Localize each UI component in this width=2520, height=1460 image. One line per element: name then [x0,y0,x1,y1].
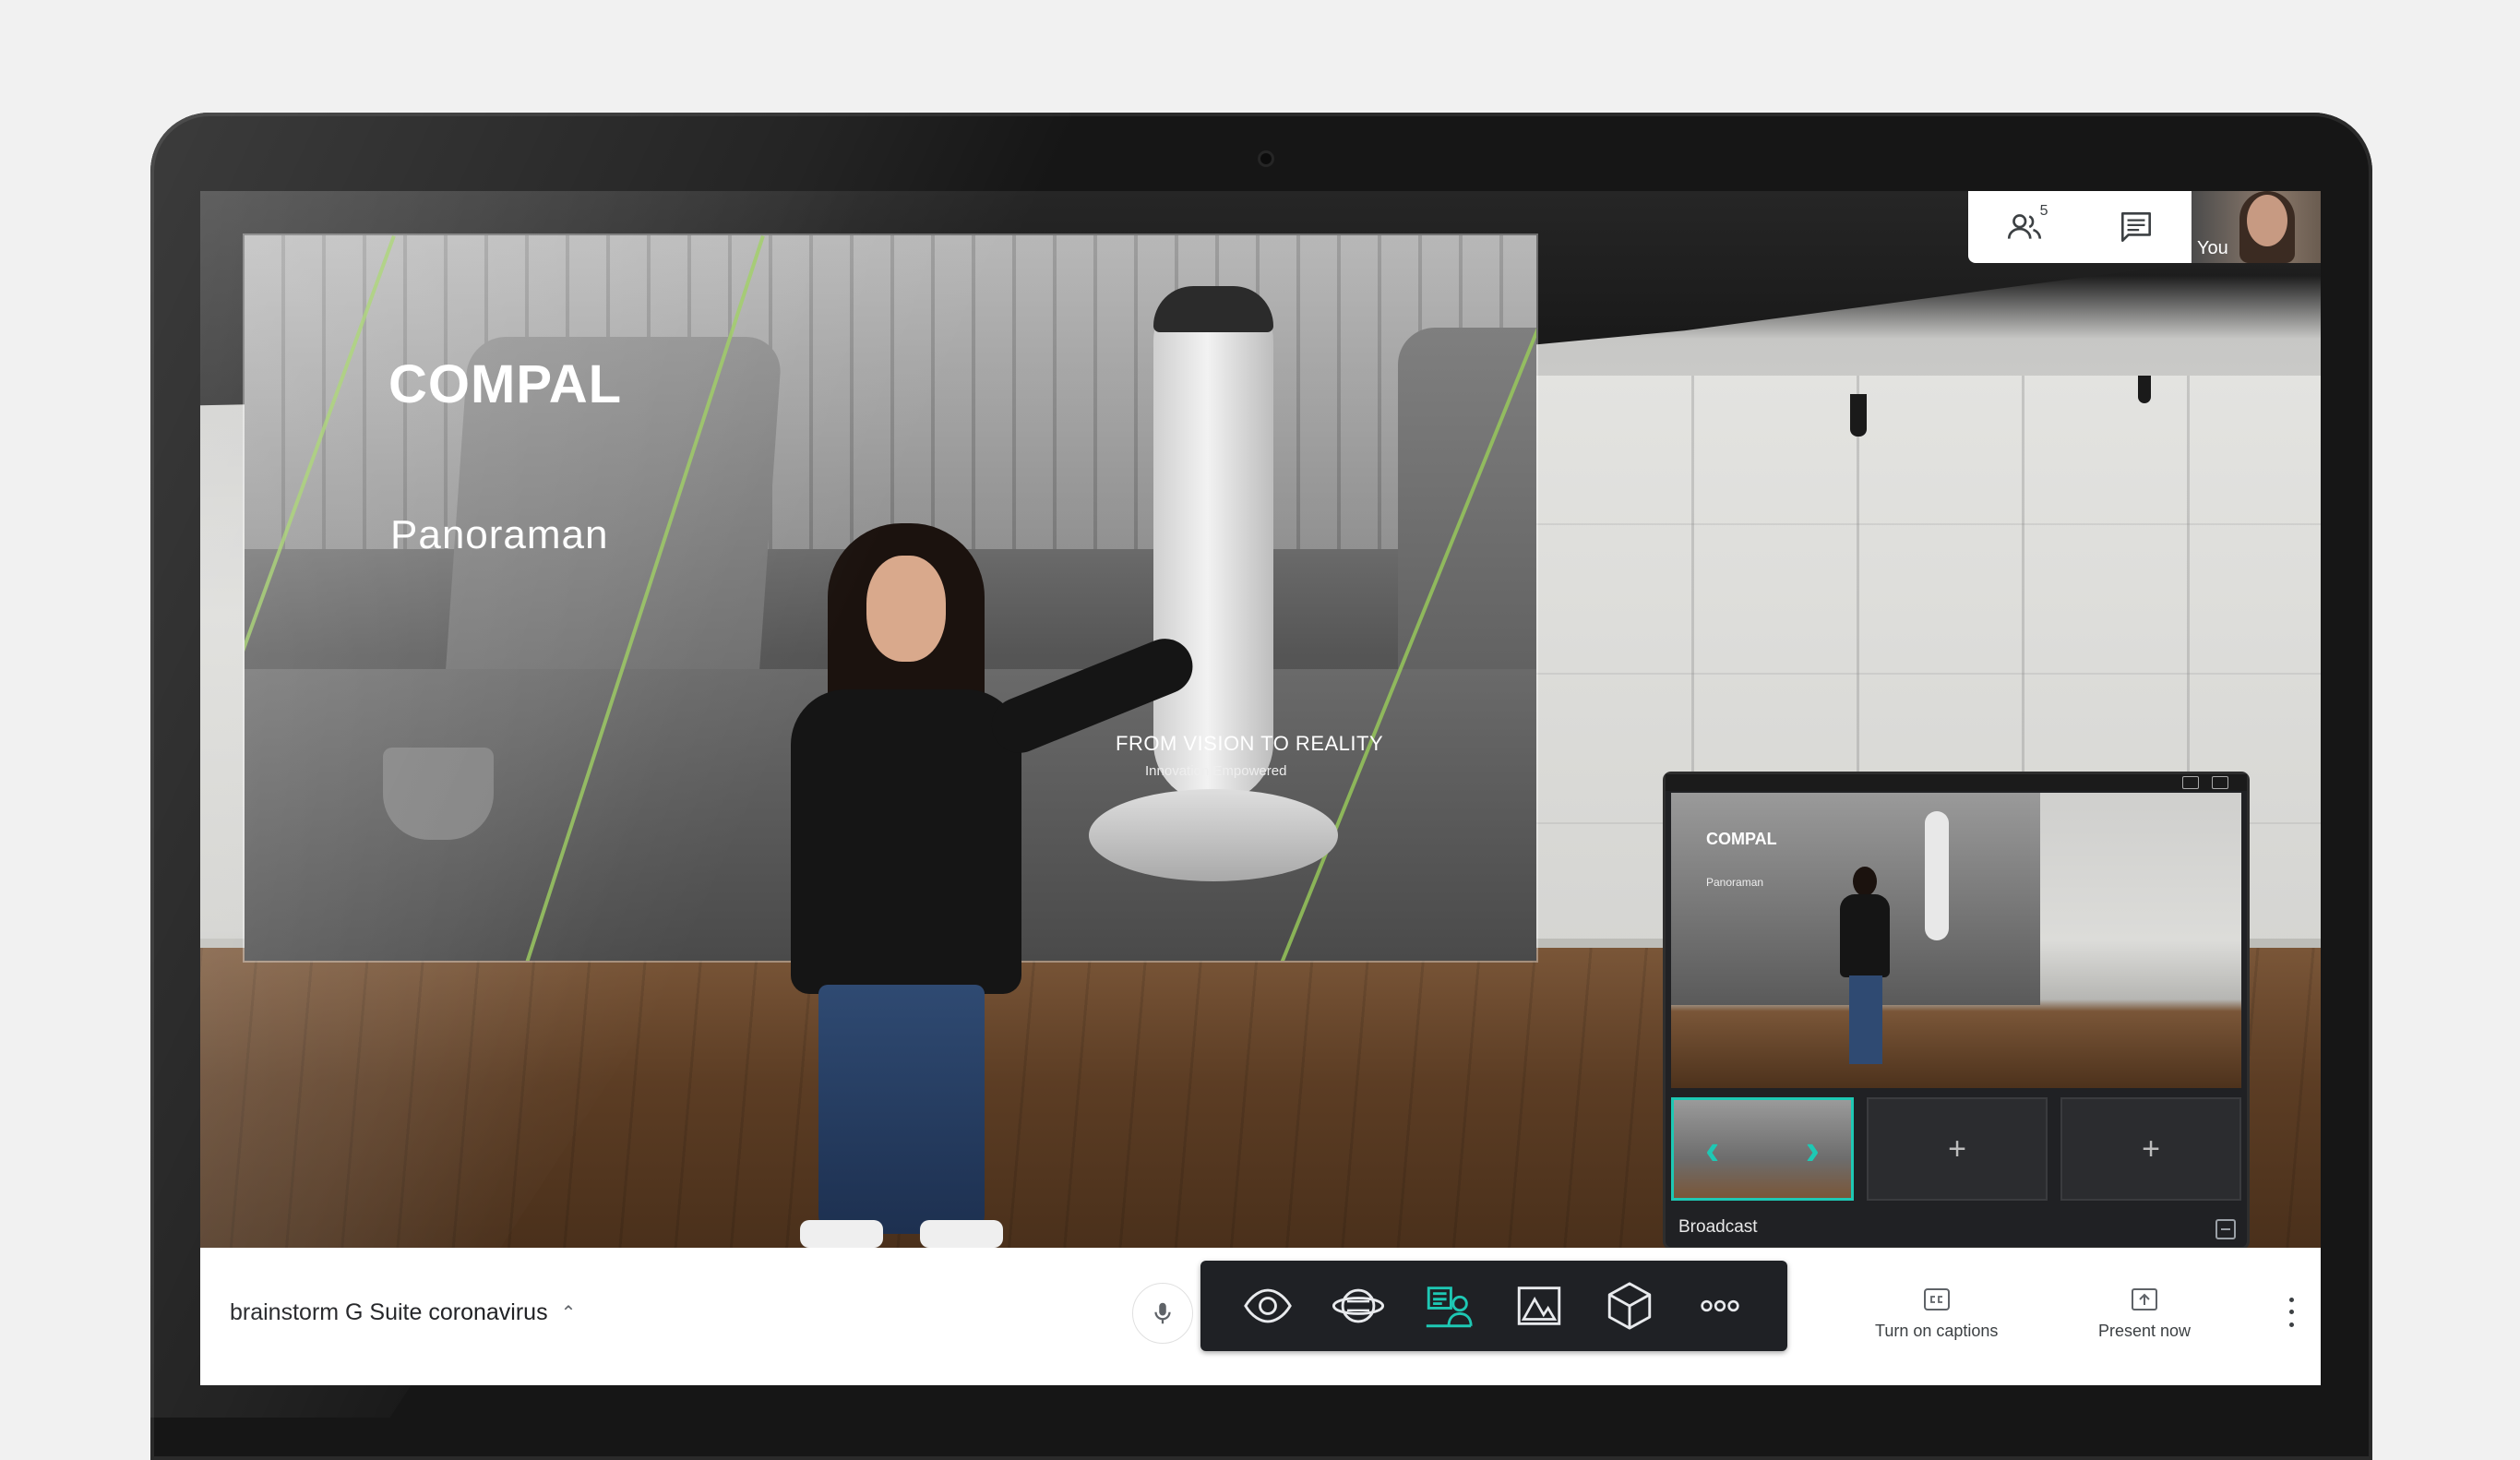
product-camera-head [1153,286,1273,332]
add-scene-button[interactable]: + [1867,1097,2048,1201]
captions-mini-icon[interactable] [2182,776,2199,789]
captions-button[interactable]: Turn on captions [1875,1286,1998,1341]
view-mode-button[interactable] [1236,1274,1300,1338]
top-controls: 5 [1968,191,2192,263]
microphone-icon [1154,1302,1171,1324]
presenter-overlay-button[interactable] [1416,1274,1481,1338]
broadcast-titlebar [1666,774,2247,791]
broadcast-preview: COMPAL Panoraman [1671,793,2241,1088]
present-now-button[interactable]: Present now [2098,1286,2191,1341]
chevron-up-icon: ⌃ [560,1303,577,1323]
background-image-button[interactable] [1507,1274,1571,1338]
minimize-icon[interactable] [2215,1219,2236,1239]
presenter [717,523,1201,1248]
room-video-feed: COMPAL Panoraman FROM VISION TO REALITY … [200,191,2321,1248]
meeting-title: brainstorm G Suite coronavirus [230,1299,548,1325]
plus-icon: + [1948,1131,1966,1167]
presenter-overlay-icon [1426,1286,1473,1328]
meeting-details-button[interactable]: brainstorm G Suite coronavirus ⌃ [230,1299,576,1326]
scene-thumbnail-active[interactable]: ‹ › [1671,1097,1854,1201]
present-now-label: Present now [2098,1322,2192,1340]
product-device [1153,286,1273,803]
slide-tagline: FROM VISION TO REALITY [1116,732,1384,755]
webcam [1260,153,1272,164]
eye-icon [1244,1288,1292,1323]
participants-count: 5 [2039,203,2048,219]
self-view-tile[interactable]: You [2192,191,2321,263]
presenter-legs [818,985,985,1234]
more-vertical-icon [2288,1298,2294,1303]
presenter-shoe [920,1220,1003,1248]
more-tools-button[interactable] [1688,1274,1752,1338]
more-options-icon [1701,1299,1739,1312]
plus-icon: + [2142,1131,2160,1167]
360-view-button[interactable] [1326,1274,1391,1338]
participants-button[interactable]: 5 [1997,199,2052,255]
3d-object-button[interactable] [1597,1274,1662,1338]
product-base [1089,789,1338,881]
ceiling-light [2138,376,2151,403]
microphone-button[interactable] [1132,1283,1193,1344]
slide-subtitle: Panoraman [390,512,609,557]
present-screen-icon [2132,1288,2158,1310]
preview-presenter [1833,867,1897,1079]
chevron-right-icon[interactable]: › [1806,1124,1820,1174]
slide-tagline-sub: Innovation Empowered [1145,763,1287,779]
broadcast-tool-dock [1200,1261,1787,1351]
chat-button[interactable] [2108,199,2164,255]
preview-product [1925,811,1949,940]
settings-mini-icon[interactable] [2212,776,2228,789]
chat-icon [2120,211,2151,243]
chevron-left-icon[interactable]: ‹ [1705,1124,1719,1174]
scene-thumbnails: ‹ › + + [1671,1097,2241,1201]
meeting-bottom-bar: brainstorm G Suite coronavirus ⌃ Turn on… [200,1248,2321,1385]
ceiling-light [1850,394,1867,437]
meet-screen: COMPAL Panoraman FROM VISION TO REALITY … [200,191,2321,1385]
broadcast-panel: COMPAL Panoraman ‹ › + + Broadcast [1666,774,2247,1247]
360-view-icon [1332,1288,1385,1323]
presenter-shoe [800,1220,883,1248]
self-view-label: You [2197,238,2228,258]
presenter-body [791,689,1021,994]
presenter-face [866,556,946,662]
slide-brand-logo: COMPAL [388,354,623,414]
people-icon [2007,214,2041,239]
preview-brand: COMPAL [1706,830,1777,848]
broadcast-label: Broadcast [1678,1217,1758,1237]
3d-cube-icon [1607,1282,1652,1330]
captions-label: Turn on captions [1875,1322,1999,1340]
image-icon [1517,1286,1561,1325]
preview-subtitle: Panoraman [1706,876,1764,889]
slide-cup [383,748,494,840]
self-view-face [2247,195,2287,246]
more-options-button[interactable] [2282,1294,2300,1331]
add-scene-button[interactable]: + [2060,1097,2241,1201]
closed-captions-icon [1923,1288,1950,1310]
